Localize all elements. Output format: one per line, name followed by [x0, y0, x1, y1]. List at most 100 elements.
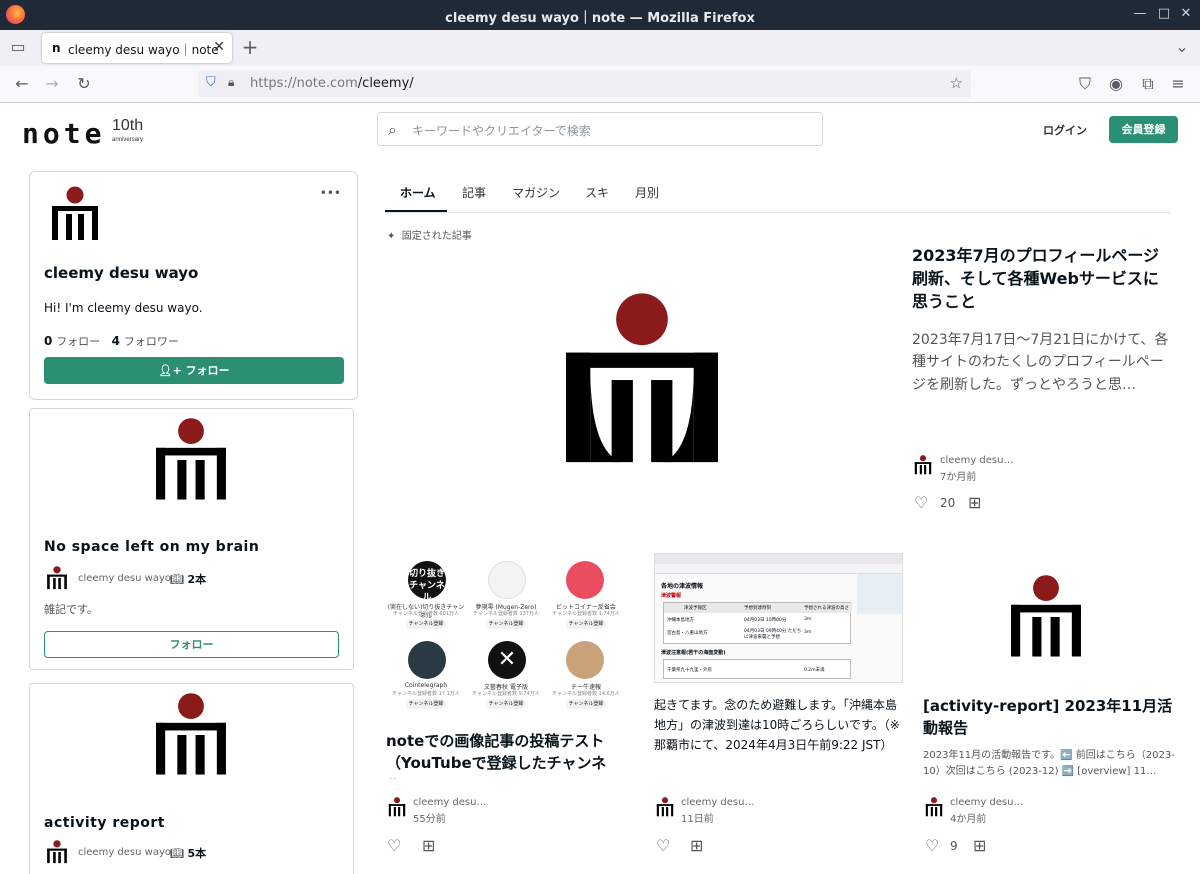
thumb-table: 津波予報区 予想到達時刻 予想される津波の高さ 沖縄本島地方 04月03日 10… [663, 602, 852, 644]
book-icon: 📖︎ [170, 847, 184, 860]
add-to-magazine-icon[interactable]: ⊞ [968, 493, 981, 512]
magazine-title[interactable]: activity report [44, 815, 165, 831]
minimize-icon[interactable]: — [1132, 6, 1148, 22]
tabs-divider [385, 212, 1171, 213]
shield-icon[interactable]: ⛉ [206, 75, 216, 90]
maximize-icon[interactable]: □ [1156, 6, 1172, 22]
note-favicon-icon: n [52, 41, 61, 55]
author-avatar[interactable] [925, 797, 943, 817]
follow-stats[interactable]: 0 フォロー 4 フォロワー [44, 333, 179, 349]
channel-icon [566, 641, 604, 679]
search-icon: ⌕ [388, 120, 397, 139]
note-logo[interactable]: note [22, 117, 105, 150]
article-author[interactable]: cleemy desu… [950, 797, 1023, 808]
author-avatar[interactable] [388, 797, 406, 817]
tab-articles[interactable]: 記事 [462, 184, 486, 201]
profile-name[interactable]: cleemy desu wayo [44, 264, 198, 282]
magazine-author[interactable]: cleemy desu wayo [78, 847, 171, 858]
navigation-bar: ← → ↻ ⛉ 🔒︎ https://note.com/cleemy/ ☆ ⛉ … [0, 66, 1200, 103]
profile-bio: Hi! I'm cleemy desu wayo. [44, 301, 203, 315]
subscribe-button: チャンネル登録 [486, 619, 526, 629]
pinned-author[interactable]: cleemy desu… [940, 455, 1013, 466]
article-title[interactable]: 起きてます。念のため避難します。「沖縄本島地方」の津波到達は10時ごろらしいです… [654, 696, 904, 755]
book-icon: 📖︎ [170, 573, 184, 586]
article-time: 55分前 [413, 814, 446, 825]
tab-home[interactable]: ホーム [400, 184, 436, 201]
back-icon[interactable]: ← [12, 74, 32, 94]
thumb-heading: 各地の津波情報 [661, 583, 704, 590]
tab-monthly[interactable]: 月別 [635, 184, 659, 201]
tab-likes[interactable]: スキ [585, 184, 609, 201]
pinned-article-title[interactable]: 2023年7月のプロフィールページ刷新、そして各種Webサービスに思うこと [912, 244, 1172, 314]
article-title[interactable]: [activity-report] 2023年11月活動報告 [923, 696, 1175, 740]
signup-button[interactable]: 会員登録 [1109, 116, 1178, 143]
extensions-icon[interactable]: ⧉ [1138, 74, 1158, 94]
channel-icon [488, 561, 526, 599]
add-to-magazine-icon[interactable]: ⊞ [973, 836, 986, 855]
url-bar[interactable]: ⛉ 🔒︎ https://note.com/cleemy/ ☆ [198, 70, 971, 98]
article-excerpt: 2023年11月の活動報告です。⬅️ 前回はこちら（2023-10）次回はこちら… [923, 750, 1175, 777]
tab-close-icon[interactable]: ✕ [213, 39, 225, 55]
channel-icon: 切り抜き チャンネル [408, 561, 446, 603]
subscribe-button: チャンネル登録 [566, 619, 606, 629]
magazine-follow-button[interactable]: フォロー [44, 631, 339, 658]
login-link[interactable]: ログイン [1043, 122, 1087, 138]
tab-list-icon[interactable]: ▭ [8, 37, 28, 57]
active-tab-indicator [385, 210, 447, 212]
author-avatar[interactable] [656, 797, 674, 817]
channel-name: Cointelegraph [404, 682, 448, 689]
anniversary-badge: 10th anniversary [112, 117, 144, 144]
author-avatar[interactable] [914, 455, 932, 475]
avatar[interactable] [50, 186, 100, 242]
tab-bar: ▭ n cleemy desu wayo｜note ✕ + ⌄ [0, 30, 1200, 66]
article-thumbnail-channels[interactable]: 切り抜き チャンネル ✕ (実在しない)切り抜きチャンネル チャンネル登録者数 6… [386, 553, 626, 723]
note-page: note 10th anniversary ⌕ キーワードやクリエイターで検索 ロ… [0, 103, 1200, 874]
article-thumbnail-tsunami[interactable]: 各地の津波情報 津波警報 津波予報区 予想到達時刻 予想される津波の高さ 沖縄本… [654, 553, 903, 683]
url-text[interactable]: https://note.com/cleemy/ [250, 76, 414, 91]
close-window-icon[interactable]: ✕ [1178, 6, 1194, 22]
magazine-card[interactable]: activity report cleemy desu wayo 📖︎ 5本 [29, 683, 354, 874]
add-to-magazine-icon[interactable]: ⊞ [690, 836, 703, 855]
subscribe-button: チャンネル登録 [406, 699, 446, 709]
menu-icon[interactable]: ≡ [1168, 74, 1188, 94]
forward-icon[interactable]: → [42, 74, 62, 94]
article-time: 11日前 [681, 814, 714, 825]
magazine-desc: 雑記です。 [44, 603, 98, 616]
like-heart-icon[interactable]: ♡ [387, 836, 401, 855]
pinned-label: ✦ 固定された記事 [387, 231, 472, 242]
profile-card: ••• cleemy desu wayo Hi! I'm cleemy desu… [29, 171, 358, 400]
article-author[interactable]: cleemy desu… [681, 797, 754, 808]
account-icon[interactable]: ◉ [1106, 74, 1126, 94]
magazine-author[interactable]: cleemy desu wayo [78, 573, 171, 584]
magazine-card[interactable]: No space left on my brain cleemy desu wa… [29, 408, 354, 670]
thumb-subheading: 津波警報 [661, 593, 682, 599]
add-to-magazine-icon[interactable]: ⊞ [422, 836, 435, 855]
pocket-icon[interactable]: ⛉ [1075, 74, 1095, 94]
magazine-cover-logo [156, 418, 226, 500]
browser-tab[interactable]: n cleemy desu wayo｜note ✕ [42, 33, 232, 63]
subscribe-button: チャンネル登録 [486, 699, 526, 709]
article-title[interactable]: noteでの画像記事の投稿テスト（YouTubeで登録したチャンネル… [386, 731, 630, 779]
like-heart-icon[interactable]: ♡ [656, 836, 670, 855]
reload-icon[interactable]: ↻ [74, 74, 94, 94]
new-tab-icon[interactable]: + [240, 37, 260, 57]
article-thumbnail-logo[interactable] [1008, 574, 1084, 660]
subscribe-button: チャンネル登録 [566, 699, 606, 709]
follow-button[interactable]: 👤︎+ フォロー [44, 357, 344, 384]
article-author[interactable]: cleemy desu… [413, 797, 486, 808]
channel-subscribers: チャンネル登録者数 1.74万人 [552, 611, 620, 617]
author-avatar[interactable] [46, 566, 68, 590]
tab-overflow-chevron-icon[interactable]: ⌄ [1172, 37, 1192, 57]
bookmark-star-icon[interactable]: ☆ [950, 74, 963, 92]
magazine-count: 📖︎ 5本 [170, 847, 207, 860]
tab-magazines[interactable]: マガジン [512, 184, 560, 201]
author-avatar[interactable] [46, 840, 68, 864]
more-menu-icon[interactable]: ••• [320, 186, 341, 200]
magazine-title[interactable]: No space left on my brain [44, 539, 259, 555]
pinned-article-excerpt: 2023年7月17日〜7月21日にかけて、各種サイトのわたくしのプロフィールペー… [912, 332, 1169, 393]
like-heart-icon[interactable]: ♡ [914, 493, 928, 512]
lock-icon[interactable]: 🔒︎ [228, 75, 234, 90]
search-input[interactable]: ⌕ キーワードやクリエイターで検索 [377, 112, 823, 146]
like-heart-icon[interactable]: ♡ [925, 836, 939, 855]
pinned-article-thumbnail[interactable] [566, 289, 718, 465]
